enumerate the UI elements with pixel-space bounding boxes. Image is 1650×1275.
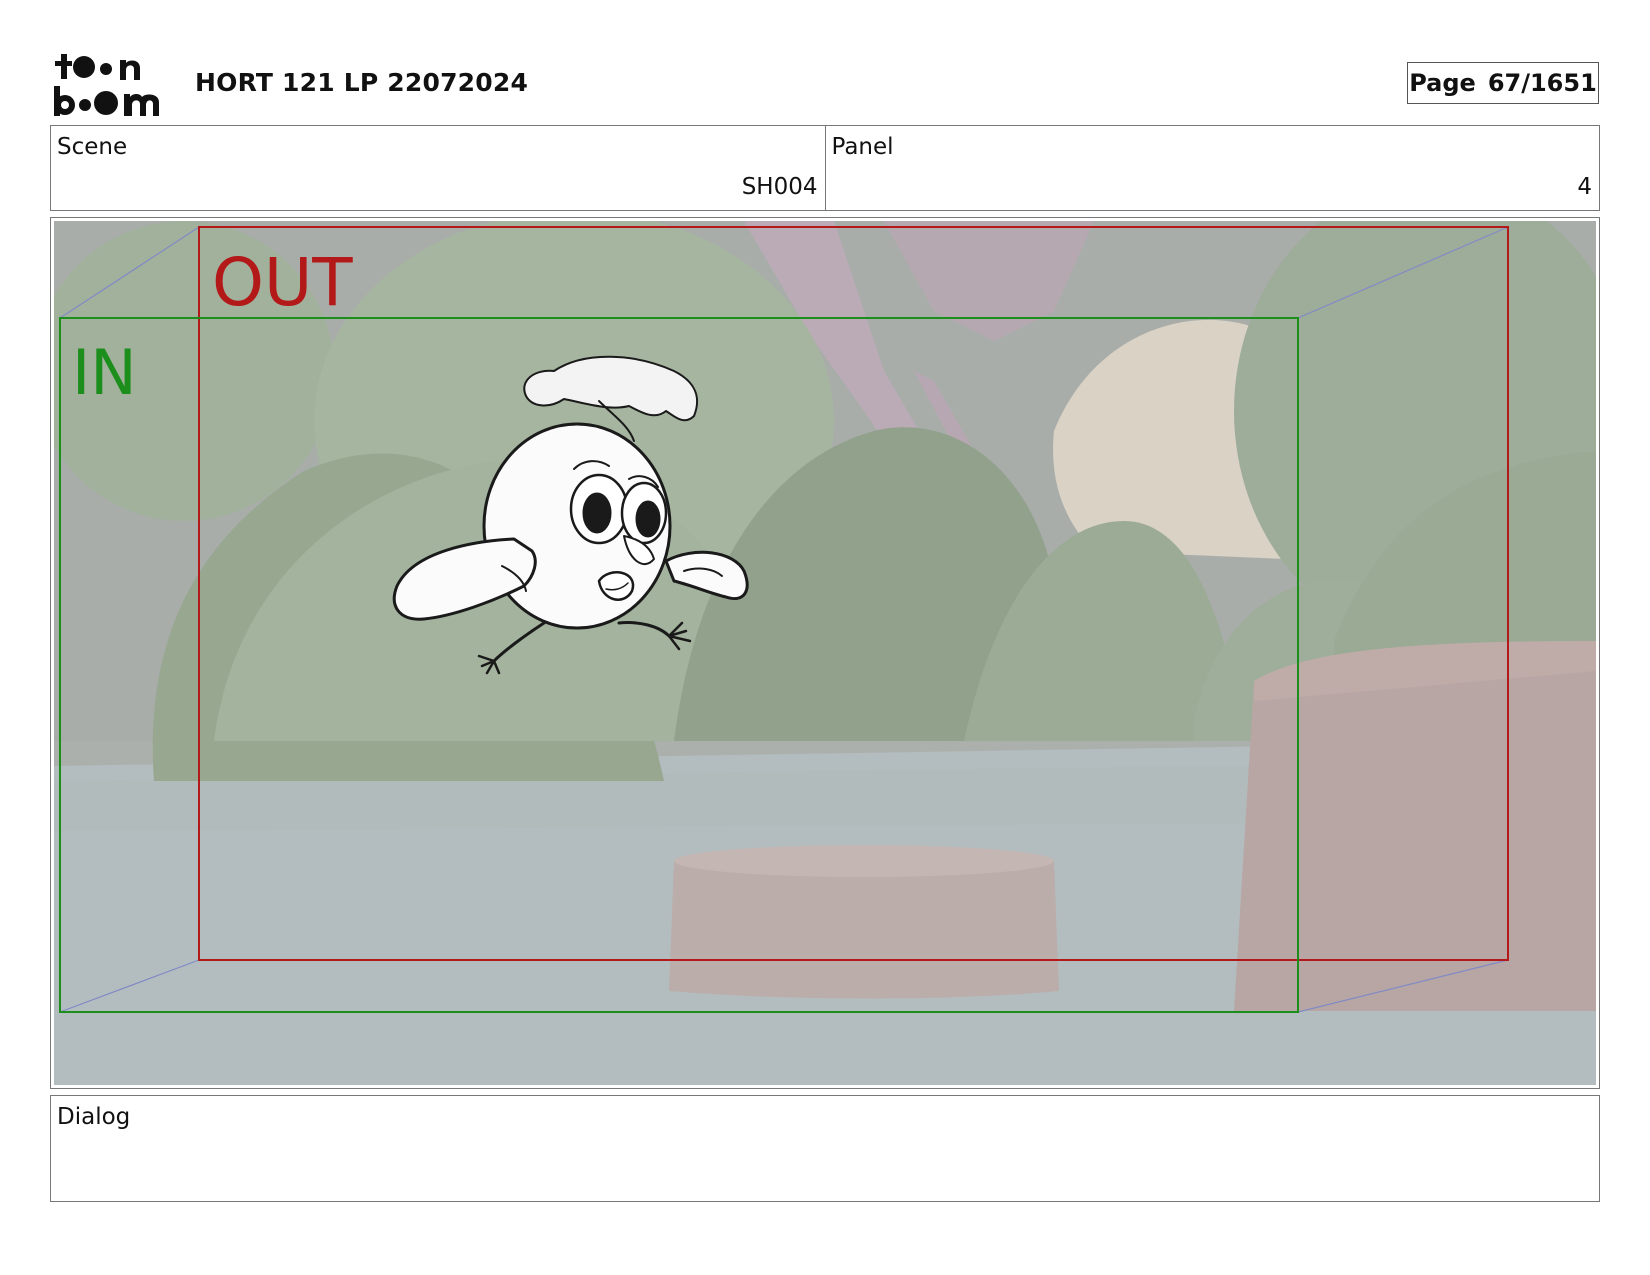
scene-panel-row: Scene SH004 Panel 4 [50,125,1600,211]
toon-boom-logo [52,52,167,118]
dialog-box: Dialog [50,1095,1600,1202]
panel-value: 4 [1577,174,1592,200]
panel-artwork: OUT IN [54,221,1596,1085]
page-label: Page [1409,69,1476,97]
project-title: HORT 121 LP 22072024 [195,68,529,97]
storyboard-panel-image: OUT IN [54,221,1596,1085]
page-indicator: Page 67/1651 [1407,62,1599,104]
scene-cell: Scene SH004 [51,126,825,210]
panel-cell: Panel 4 [824,126,1600,210]
panel-label: Panel [831,134,894,160]
scene-value: SH004 [741,174,818,200]
page-number: 67/1651 [1487,69,1597,97]
scene-label: Scene [57,134,128,160]
dialog-label: Dialog [57,1104,131,1130]
